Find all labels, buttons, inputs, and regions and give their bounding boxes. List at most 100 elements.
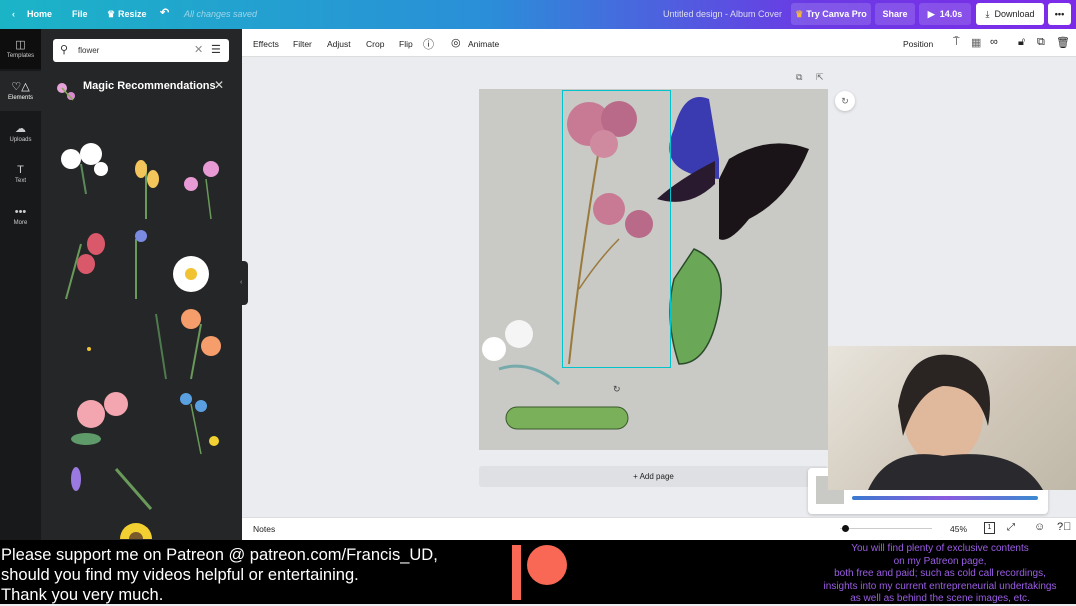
banner-right-line: You will find plenty of exclusive conten… [851, 543, 1029, 554]
magic-flower-thumbnail [55, 80, 77, 102]
share-page-icon[interactable]: ⇱ [816, 72, 824, 83]
crop-button[interactable]: Crop [366, 39, 384, 49]
banner-right-line: on my Patreon page, [893, 555, 987, 567]
try-pro-button[interactable]: ♛ Try Canva Pro [791, 3, 871, 25]
flower-element[interactable] [180, 393, 207, 455]
edit-toolbar: Effects Filter Adjust Crop Flip ⓘ ◎ Anim… [242, 29, 1076, 57]
rail-uploads[interactable]: ☁ Uploads [0, 113, 41, 153]
info-icon[interactable]: ⓘ [423, 36, 434, 52]
present-button[interactable]: ▶ 14.0s [919, 3, 971, 25]
flower-element[interactable] [61, 143, 108, 195]
play-icon: ▶ [927, 8, 935, 19]
flower-element[interactable] [135, 230, 147, 299]
rotate-handle-icon[interactable]: ↻ [613, 384, 621, 395]
flower-element[interactable] [173, 256, 209, 292]
animate-button[interactable]: Animate [468, 39, 499, 49]
design-page[interactable] [479, 89, 828, 450]
zoom-slider[interactable] [840, 528, 932, 529]
more-icon: ••• [14, 206, 27, 218]
rail-label: Templates [6, 53, 35, 59]
flower-element[interactable] [71, 392, 128, 445]
crown-icon: ♛ [795, 8, 804, 19]
search-input[interactable]: ⚲ flower ✕ ☰ [53, 39, 229, 62]
flip-button[interactable]: Flip [399, 39, 413, 49]
back-chevron-icon[interactable]: ‹ [12, 9, 15, 19]
bottom-bar: Notes 45% 1 ⤢ ☺ ?⃝ [242, 517, 1076, 540]
rail-templates[interactable]: ◫ Templates [0, 29, 41, 69]
copy-page-icon[interactable]: ⧉ [796, 72, 802, 83]
upload-icon: ☁ [15, 123, 26, 135]
flower-element[interactable] [181, 309, 221, 380]
crown-icon: ♛ [107, 9, 116, 19]
save-status: All changes saved [184, 9, 258, 19]
rail-label: Uploads [9, 137, 32, 143]
lock-icon[interactable]: 🔓︎ [1018, 36, 1025, 49]
paint-roller-icon[interactable]: ⍑ [953, 36, 960, 49]
position-button[interactable]: Position [903, 39, 933, 49]
side-rail: ◫ Templates ♡△ Elements ☁ Uploads T Text •••… [0, 29, 41, 540]
rail-label: More [13, 220, 28, 226]
transparency-icon[interactable]: ▦ [971, 36, 981, 49]
home-button[interactable]: Home [27, 9, 52, 19]
zoom-slider-knob[interactable] [841, 525, 849, 532]
animate-icon: ◎ [451, 37, 461, 49]
white-flower-image[interactable] [482, 320, 560, 386]
chrysalis-image[interactable] [669, 248, 722, 365]
text-icon: T [17, 164, 24, 176]
duration-label: 14.0s [939, 9, 963, 19]
link-icon[interactable]: ∞ [990, 36, 998, 48]
search-value: flower [78, 46, 100, 55]
filter-button[interactable]: Filter [293, 39, 312, 49]
adjust-button[interactable]: Adjust [327, 39, 351, 49]
more-options-button[interactable]: ••• [1048, 3, 1071, 25]
comment-icon[interactable]: ↻ [835, 91, 855, 111]
banner-right-line: both free and paid; such as cold call re… [834, 568, 1046, 579]
flower-element[interactable] [71, 467, 153, 510]
magic-recommendations-title: Magic Recommendations [83, 80, 216, 92]
rail-label: Text [14, 178, 26, 184]
top-bar: ‹ Home File ♛ Resize ↶ All changes saved… [0, 0, 1076, 29]
rail-text[interactable]: T Text [0, 155, 41, 195]
undo-icon[interactable]: ↶ [160, 6, 169, 19]
flower-element[interactable] [184, 161, 219, 220]
timeline-scrubber[interactable] [852, 496, 1038, 500]
rail-elements[interactable]: ♡△ Elements [0, 71, 41, 111]
elements-panel: ⚲ flower ✕ ☰ Magic Recommendations ✕ ‹ [41, 29, 248, 540]
flower-element[interactable] [65, 233, 105, 300]
share-button[interactable]: Share [875, 3, 915, 25]
notes-button[interactable]: Notes [253, 524, 275, 534]
rail-more[interactable]: ••• More [0, 197, 41, 237]
collapse-panel-handle[interactable]: ‹ [240, 261, 248, 305]
patreon-banner: Please support me on Patreon @ patreon.c… [0, 540, 1076, 604]
download-button[interactable]: ⤓ Download [976, 3, 1044, 25]
close-icon[interactable]: ✕ [214, 78, 224, 92]
flower-elements-grid[interactable] [51, 124, 236, 539]
design-title[interactable]: Untitled design - Album Cover [663, 9, 782, 19]
flower-element[interactable] [87, 313, 167, 380]
download-icon: ⤓ [985, 8, 990, 19]
clear-icon[interactable]: ✕ [194, 43, 203, 56]
trash-icon[interactable]: 🗑︎ [1056, 36, 1070, 49]
flower-element[interactable] [120, 523, 229, 539]
help-icon[interactable]: ?⃝ [1057, 521, 1071, 533]
download-label: Download [994, 9, 1035, 19]
rail-label: Elements [7, 95, 33, 101]
caterpillar-image[interactable] [505, 406, 629, 430]
flower-element[interactable] [209, 436, 219, 446]
zoom-level[interactable]: 45% [950, 524, 967, 534]
file-menu[interactable]: File [72, 9, 88, 19]
resize-button[interactable]: Resize [118, 9, 147, 19]
add-page-button[interactable]: + Add page [479, 466, 828, 487]
flower-element[interactable] [135, 160, 159, 219]
fullscreen-icon[interactable]: ⤢ [1007, 522, 1015, 533]
patreon-logo [510, 544, 570, 600]
elements-icon: ♡△ [11, 81, 30, 93]
butterfly-image[interactable] [657, 97, 809, 240]
feedback-icon[interactable]: ☺ [1034, 521, 1045, 533]
filter-sliders-icon[interactable]: ☰ [211, 43, 221, 56]
selection-box[interactable] [562, 90, 671, 368]
effects-button[interactable]: Effects [253, 39, 279, 49]
banner-left-line: should you find my videos helpful or ent… [1, 566, 359, 584]
duplicate-icon[interactable]: ⧉ [1037, 36, 1045, 49]
page-count-button[interactable]: 1 [984, 522, 995, 534]
